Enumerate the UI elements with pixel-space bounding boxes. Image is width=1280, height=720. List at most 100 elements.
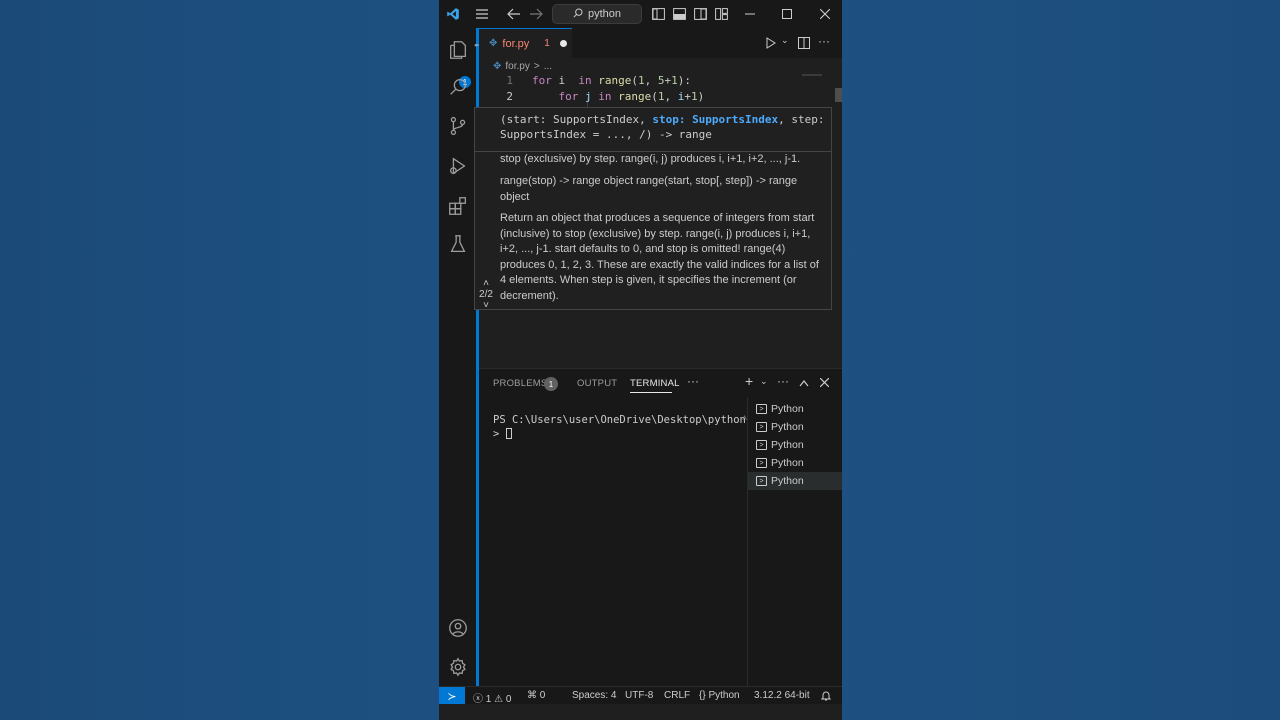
python-file-icon: ✥ — [493, 60, 502, 72]
code-token: 1 — [671, 74, 678, 87]
close-panel-icon[interactable] — [819, 376, 830, 390]
language-label: Python — [708, 690, 740, 701]
status-eol[interactable]: CRLF — [664, 690, 690, 701]
tab-problems[interactable]: PROBLEMS — [493, 378, 547, 389]
explorer-icon[interactable] — [446, 38, 470, 62]
active-tab-underline — [630, 392, 672, 393]
extensions-icon[interactable] — [446, 194, 470, 218]
line-number: 2 — [506, 90, 513, 103]
bottom-panel: PROBLEMS 1 OUTPUT TERMINAL ··· + ⌄ ··· P… — [479, 368, 842, 687]
customize-layout-icon[interactable] — [713, 4, 729, 24]
terminal-caret: > — [493, 428, 500, 440]
code-token: , — [664, 90, 678, 103]
overload-prev-icon[interactable]: ˄ — [475, 278, 497, 289]
close-icon[interactable] — [817, 4, 833, 24]
run-dropdown-icon[interactable]: ⌄ — [781, 35, 789, 46]
source-control-icon[interactable] — [446, 114, 470, 138]
status-indentation[interactable]: Spaces: 4 — [572, 690, 616, 701]
editor-scrollbar[interactable] — [835, 88, 842, 102]
code-token: i — [551, 74, 579, 87]
overload-counter: 2/2 — [479, 289, 493, 300]
terminal-icon: > — [756, 404, 767, 414]
tab-bar: ✥ for.py 1 ⌄ ··· — [479, 28, 842, 58]
signature-help-popup[interactable]: (start: SupportsIndex, stop: SupportsInd… — [474, 107, 832, 311]
settings-gear-icon[interactable] — [446, 655, 470, 679]
more-actions-icon[interactable]: ··· — [818, 34, 830, 48]
overload-navigator[interactable]: ˄ 2/2 ˅ — [475, 278, 497, 311]
code-token: for — [532, 74, 552, 87]
command-center-search[interactable]: python — [552, 4, 642, 24]
toggle-secondary-sidebar-icon[interactable] — [692, 4, 708, 24]
tab-terminal[interactable]: TERMINAL — [630, 378, 680, 389]
ports-count: 0 — [539, 690, 546, 701]
code-text: for j in range(1, i+1) — [532, 90, 705, 103]
code-line[interactable]: 2 for j in range(1, i+1) — [479, 90, 819, 106]
signature-part: (start: SupportsIndex, — [500, 113, 653, 126]
maximize-panel-icon[interactable] — [799, 376, 809, 390]
code-token: ): — [677, 74, 691, 87]
search-text: python — [587, 8, 622, 20]
window-bottom-edge — [439, 704, 842, 720]
account-icon[interactable] — [446, 616, 470, 640]
search-icon — [573, 8, 583, 21]
tab-for-py[interactable]: ✥ for.py 1 — [479, 28, 572, 58]
vscode-logo-icon — [445, 4, 461, 24]
terminal-icon: > — [756, 458, 767, 468]
code-token: ) — [697, 90, 705, 103]
code-token: ( — [631, 74, 638, 87]
split-editor-icon[interactable] — [798, 36, 810, 54]
code-token: + — [684, 90, 691, 103]
dirty-indicator[interactable] — [559, 40, 567, 47]
code-token: j — [585, 90, 592, 103]
terminal-name: Python — [771, 403, 804, 415]
status-encoding[interactable]: UTF-8 — [625, 690, 653, 701]
code-line[interactable]: 1 for i in range(1, 5+1): — [479, 74, 819, 90]
maximize-icon[interactable] — [779, 4, 795, 24]
breadcrumb-file[interactable]: for.py — [505, 61, 529, 72]
code-token: 1 — [691, 90, 698, 103]
braces-icon: {} — [699, 690, 706, 701]
run-python-icon[interactable] — [765, 36, 777, 54]
terminal-icon: > — [756, 422, 767, 432]
status-ports[interactable]: ⌘ 0 — [527, 690, 545, 701]
signature-active-param: stop: SupportsIndex — [652, 113, 779, 126]
terminal-list-item[interactable]: > Python — [748, 400, 842, 418]
status-interpreter[interactable]: 3.12.2 64-bit — [754, 690, 810, 701]
code-token: range — [618, 90, 652, 103]
code-text: for i in range(1, 5+1): — [532, 74, 691, 87]
breadcrumb-rest[interactable]: ... — [544, 61, 552, 72]
new-terminal-icon[interactable]: + — [745, 373, 753, 389]
terminal-list-item[interactable]: > Python — [748, 418, 842, 436]
terminal-name: Python — [771, 421, 804, 433]
tab-label: for.py — [502, 37, 530, 50]
status-language[interactable]: {} Python — [699, 690, 740, 701]
search-icon[interactable] — [446, 75, 470, 99]
back-arrow-icon[interactable] — [505, 4, 523, 24]
minimize-icon[interactable] — [742, 4, 758, 24]
terminal-list-item[interactable]: > Python — [748, 436, 842, 454]
status-problems[interactable]: ⓧ 1 ⚠ 0 — [473, 690, 511, 705]
toggle-panel-icon[interactable] — [671, 4, 687, 24]
terminal-prompt-line: PS C:\Users\user\OneDrive\Desktop\python — [493, 414, 746, 426]
toggle-sidebar-icon[interactable] — [650, 4, 666, 24]
testing-icon[interactable] — [446, 232, 470, 256]
code-token: range — [598, 74, 632, 87]
panel-more-icon[interactable]: ··· — [687, 374, 699, 388]
terminal-output[interactable]: PS C:\Users\user\OneDrive\Desktop\python… — [493, 413, 746, 441]
tab-output[interactable]: OUTPUT — [577, 378, 617, 389]
run-debug-icon[interactable] — [446, 154, 470, 178]
terminal-dropdown-icon[interactable]: ⌄ — [760, 376, 768, 387]
notifications-bell-icon[interactable] — [820, 690, 832, 704]
terminal-name: Python — [771, 475, 804, 487]
forward-arrow-icon[interactable] — [527, 4, 545, 24]
remote-indicator-icon[interactable]: ≻ — [439, 687, 465, 705]
menu-icon[interactable] — [473, 4, 491, 24]
terminal-list-item[interactable]: > Python — [748, 472, 842, 490]
overload-next-icon[interactable]: ˅ — [475, 300, 497, 311]
terminal-list-item[interactable]: > Python — [748, 454, 842, 472]
tab-problem-count: 1 — [544, 38, 550, 49]
doc-paragraph-1: stop (exclusive) by step. range(i, j) pr… — [500, 153, 801, 165]
breadcrumb: ✥ for.py > ... — [493, 59, 552, 73]
terminal-more-icon[interactable]: ··· — [777, 374, 789, 388]
